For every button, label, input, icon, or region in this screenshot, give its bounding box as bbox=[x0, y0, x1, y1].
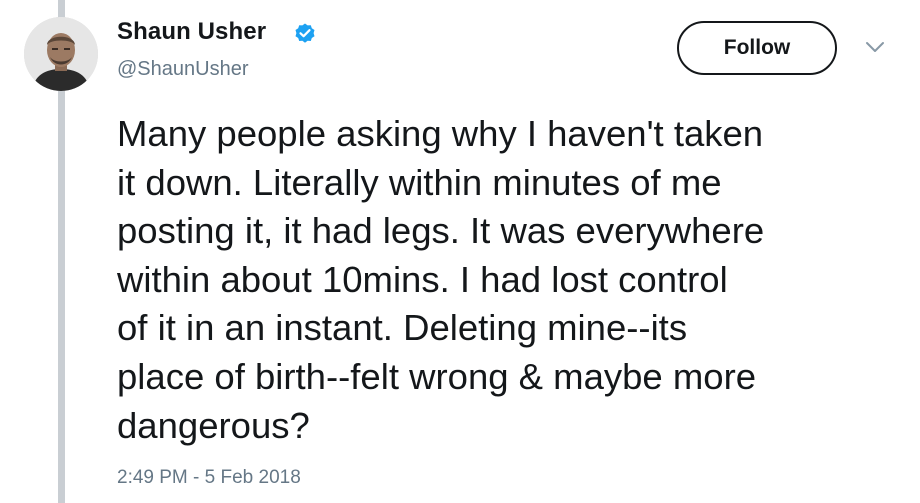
tweet-text-line: dangerous? bbox=[117, 404, 310, 446]
verified-badge-icon bbox=[295, 23, 315, 43]
tweet-timestamp[interactable]: 2:49 PM - 5 Feb 2018 bbox=[117, 467, 301, 489]
tweet-card: Shaun Usher @ShaunUsher Follow Many peop… bbox=[0, 0, 920, 503]
tweet-text-line: within about 10mins. I had lost control bbox=[117, 258, 728, 300]
tweet-text-line: Many people asking why I haven't taken bbox=[117, 113, 764, 154]
tweet-text-line: of it in an instant. Deleting mine--its bbox=[117, 307, 688, 349]
tweet-text-line: posting it, it had legs. It was everywhe… bbox=[117, 210, 765, 252]
follow-button[interactable]: Follow bbox=[677, 21, 837, 75]
tweet-text: Many people asking why I haven't taken i… bbox=[117, 110, 907, 450]
tweet-text-line: place of birth--felt wrong & maybe more bbox=[117, 355, 757, 397]
author-display-name[interactable]: Shaun Usher bbox=[117, 18, 266, 46]
author-handle[interactable]: @ShaunUsher bbox=[117, 58, 248, 81]
avatar[interactable] bbox=[24, 17, 98, 91]
chevron-down-icon[interactable] bbox=[864, 40, 886, 54]
avatar-photo-icon bbox=[24, 17, 98, 91]
tweet-text-line: it down. Literally within minutes of me bbox=[117, 161, 722, 203]
